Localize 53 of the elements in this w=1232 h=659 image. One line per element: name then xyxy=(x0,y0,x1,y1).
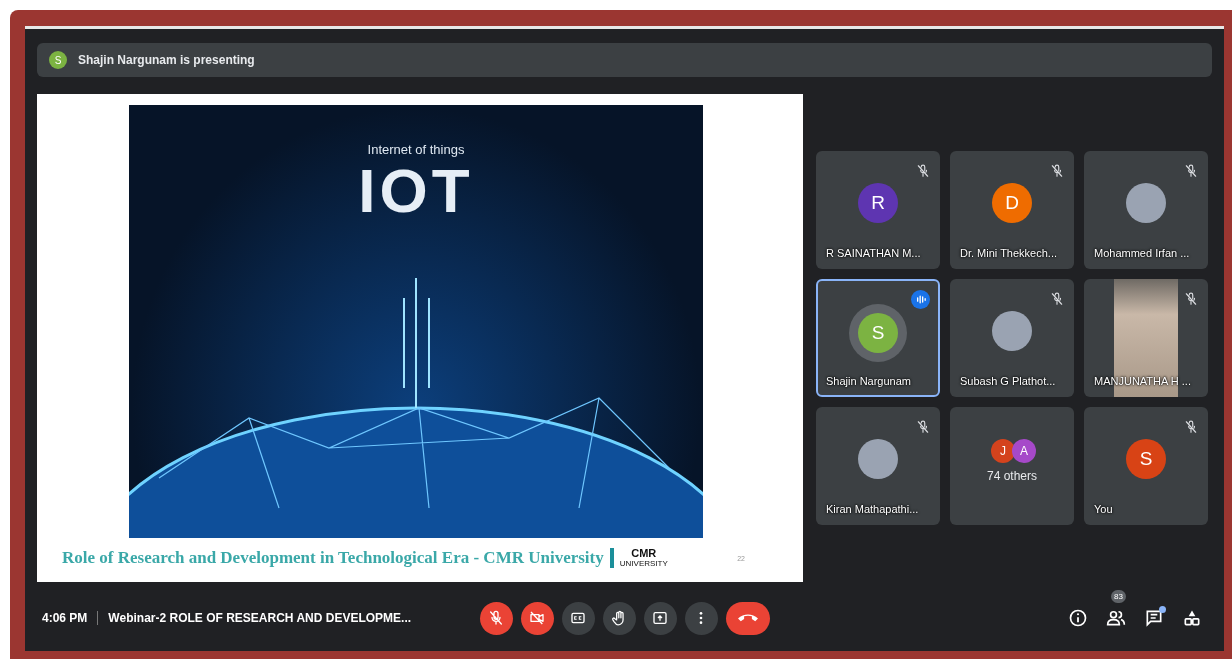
muted-mic-icon xyxy=(1184,164,1198,178)
captions-button[interactable] xyxy=(561,601,595,635)
participant-name: Dr. Mini Thekkech... xyxy=(960,247,1058,259)
participant-avatar: S xyxy=(858,313,898,353)
captions-icon xyxy=(570,610,586,626)
participant-name: Mohammed Irfan ... xyxy=(1094,247,1191,259)
participant-tile[interactable]: J A 74 others xyxy=(950,407,1074,525)
present-screen-button[interactable] xyxy=(643,601,677,635)
participant-name: You xyxy=(1094,503,1114,515)
participant-name: Kiran Mathapathi... xyxy=(826,503,920,515)
participant-tile[interactable]: S You xyxy=(1084,407,1208,525)
meeting-title: Webinar-2 ROLE OF RESEARCH AND DEVELOPME... xyxy=(108,611,412,625)
participant-count-badge: 83 xyxy=(1111,590,1126,603)
participant-name: Shajin Nargunam xyxy=(826,375,912,387)
presenter-avatar: S xyxy=(49,51,67,69)
camera-icon xyxy=(529,610,545,626)
muted-mic-icon xyxy=(1184,420,1198,434)
participant-avatar: S xyxy=(1126,439,1166,479)
participant-tile[interactable]: R R SAINATHAN M... xyxy=(816,151,940,269)
presenting-text: Shajin Nargunam is presenting xyxy=(78,53,255,67)
photo-placeholder xyxy=(858,439,898,479)
muted-mic-icon xyxy=(1050,292,1064,306)
participant-name: Subash G Plathot... xyxy=(960,375,1057,387)
microphone-icon xyxy=(488,610,504,626)
microphone-button[interactable] xyxy=(479,601,513,635)
present-screen-icon xyxy=(652,610,668,626)
photo-placeholder xyxy=(992,311,1032,351)
muted-mic-icon xyxy=(916,420,930,434)
more-options-button[interactable] xyxy=(684,601,718,635)
photo-placeholder xyxy=(1126,183,1166,223)
participant-tile[interactable]: Mohammed Irfan ... xyxy=(1084,151,1208,269)
university-logo: CMR UNIVERSITY xyxy=(609,548,668,568)
participant-avatar: A xyxy=(1012,439,1036,463)
raise-hand-button[interactable] xyxy=(602,601,636,635)
slide-footer-text: Role of Research and Development in Technological Era - CMR University xyxy=(62,548,604,568)
participant-avatar: D xyxy=(992,183,1032,223)
camera-button[interactable] xyxy=(520,601,554,635)
participant-tile[interactable]: Subash G Plathot... xyxy=(950,279,1074,397)
participant-avatar: J xyxy=(991,439,1015,463)
slide-title: IOT xyxy=(358,160,474,222)
participant-avatar: R xyxy=(858,183,898,223)
participant-tile[interactable]: Kiran Mathapathi... xyxy=(816,407,940,525)
participant-tile[interactable]: D Dr. Mini Thekkech... xyxy=(950,151,1074,269)
muted-mic-icon xyxy=(1050,164,1064,178)
muted-mic-icon xyxy=(1184,292,1198,306)
phone-icon xyxy=(737,614,758,622)
participant-name: R SAINATHAN M... xyxy=(826,247,922,259)
others-count: 74 others xyxy=(986,469,1037,483)
clock-time: 4:06 PM xyxy=(42,611,88,625)
leave-call-button[interactable] xyxy=(725,601,770,635)
muted-mic-icon xyxy=(916,164,930,178)
participant-tile[interactable]: S Shajin Nargunam xyxy=(816,279,940,397)
slide-subtitle: Internet of things xyxy=(367,142,465,157)
